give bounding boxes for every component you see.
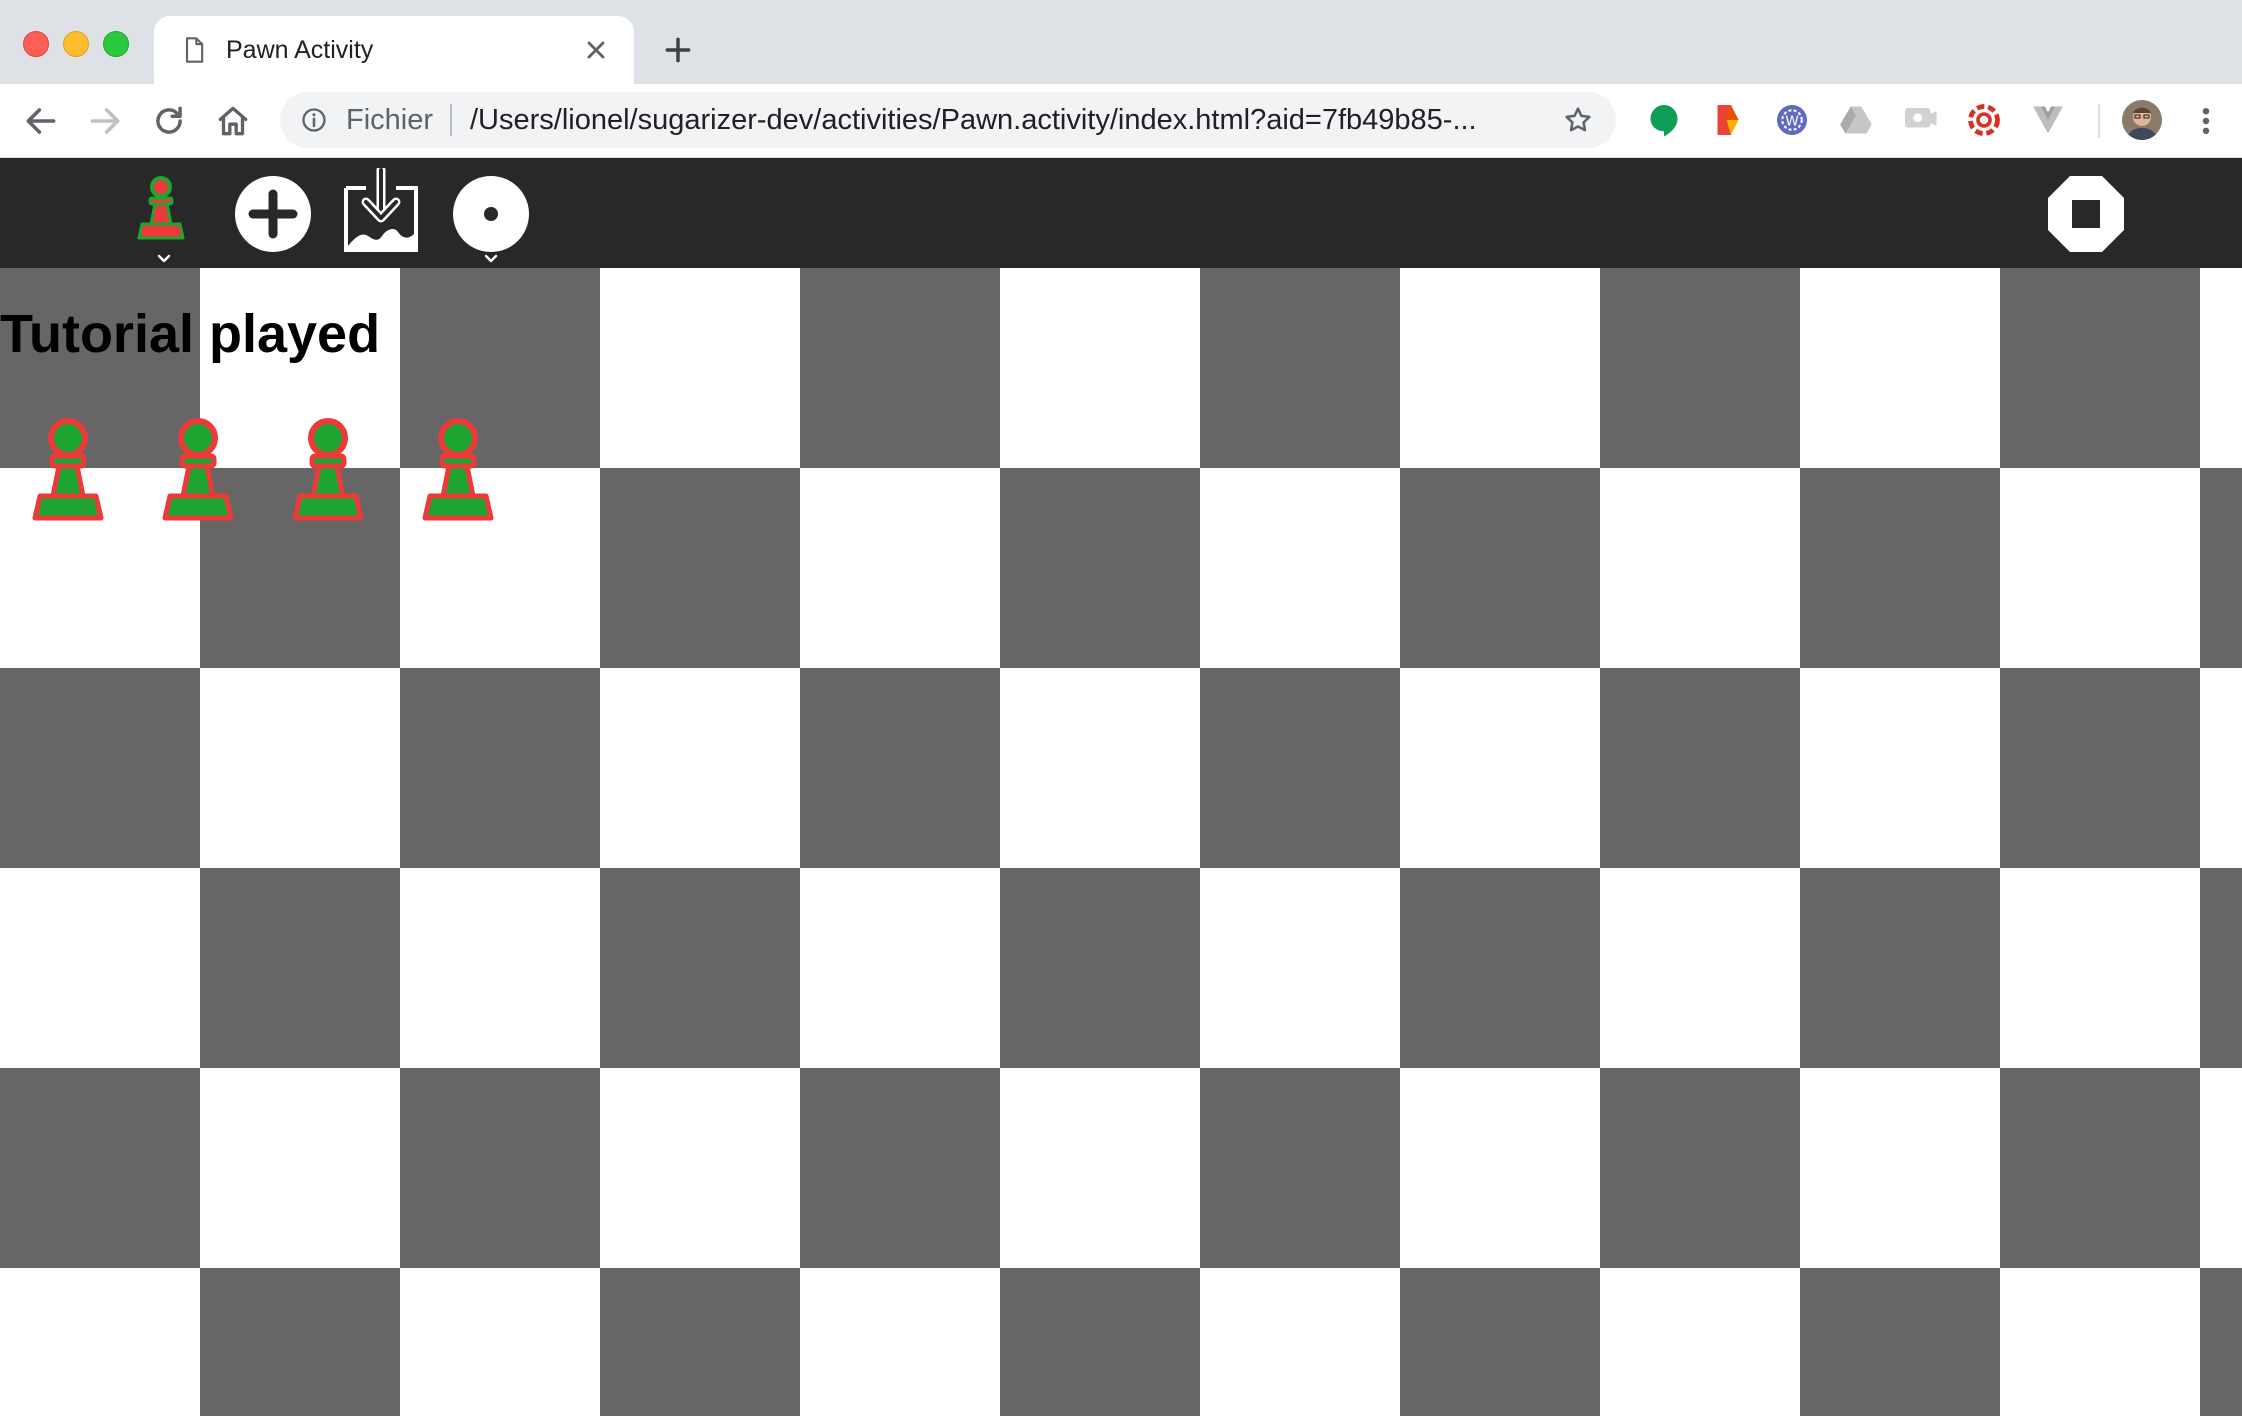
pawn-icon <box>422 418 494 521</box>
browser-toolbar: Fichier /Users/lionel/sugarizer-dev/acti… <box>0 84 2242 158</box>
dark-square <box>1000 468 1200 668</box>
add-pawn-button[interactable] <box>234 175 312 253</box>
info-icon[interactable] <box>300 106 328 134</box>
dark-square <box>1200 1068 1400 1268</box>
dark-square <box>1200 268 1400 468</box>
dark-square <box>1000 868 1200 1068</box>
chevron-down-icon <box>157 254 171 263</box>
pawn-icon <box>32 418 104 521</box>
toolbar-divider <box>2098 104 2100 138</box>
more-menu-icon[interactable] <box>2192 104 2220 138</box>
dark-square <box>800 668 1000 868</box>
dark-square <box>1600 1068 1800 1268</box>
stop-icon <box>2048 176 2124 252</box>
dark-square <box>2200 1268 2242 1416</box>
pawn[interactable] <box>154 416 242 528</box>
pawn-icon <box>137 176 185 240</box>
svg-text:W: W <box>1785 113 1798 129</box>
insert-image-button[interactable] <box>344 168 418 252</box>
tab-title: Pawn Activity <box>226 36 374 64</box>
dark-square <box>600 1268 800 1416</box>
browser-tab-strip: Pawn Activity <box>0 0 2242 84</box>
vue-devtools-icon[interactable] <box>2030 102 2066 138</box>
dark-square <box>2200 868 2242 1068</box>
page-icon <box>185 37 204 63</box>
profile-avatar-icon <box>2122 100 2162 140</box>
dark-square <box>200 1268 400 1416</box>
dark-square <box>400 668 600 868</box>
home-icon[interactable] <box>214 102 252 140</box>
network-icon <box>453 176 529 252</box>
browser-tab[interactable]: Pawn Activity <box>154 16 634 84</box>
pawn-icon <box>292 418 364 521</box>
dark-square <box>1600 268 1800 468</box>
window-maximize-button[interactable] <box>103 31 129 57</box>
cast-icon[interactable] <box>1902 102 1938 138</box>
activity-toolbar <box>0 158 2242 268</box>
url-scheme-label: Fichier <box>346 104 434 136</box>
omnibox-divider <box>450 104 452 136</box>
extension-icon-red[interactable] <box>1966 102 2002 138</box>
forward-arrow-icon[interactable] <box>86 102 124 140</box>
dark-square <box>200 868 400 1068</box>
insert-image-icon <box>344 168 418 252</box>
dark-square <box>1400 1268 1600 1416</box>
hangouts-icon[interactable] <box>1646 102 1682 138</box>
address-bar[interactable]: Fichier /Users/lionel/sugarizer-dev/acti… <box>280 92 1616 148</box>
network-button[interactable] <box>452 175 530 253</box>
dark-square <box>400 1068 600 1268</box>
window-minimize-button[interactable] <box>63 31 89 57</box>
dark-square <box>1400 868 1600 1068</box>
reload-icon[interactable] <box>150 102 188 140</box>
pawn[interactable] <box>414 416 502 528</box>
pawn-row <box>24 416 504 521</box>
drive-icon[interactable] <box>1838 102 1874 138</box>
wordsearch-icon[interactable]: W <box>1774 102 1810 138</box>
dark-square <box>800 1068 1000 1268</box>
bookmark-star-icon[interactable] <box>1562 104 1594 136</box>
dark-square <box>1400 468 1600 668</box>
chevron-down-icon <box>484 254 498 263</box>
pawn[interactable] <box>24 416 112 528</box>
pawn-icon <box>162 418 234 521</box>
dark-square <box>600 468 800 668</box>
new-tab-button[interactable] <box>662 34 694 66</box>
dark-square <box>800 268 1000 468</box>
back-arrow-icon[interactable] <box>22 102 60 140</box>
dark-square <box>2000 1068 2200 1268</box>
dark-square <box>600 868 800 1068</box>
dark-square <box>1800 1268 2000 1416</box>
dark-square <box>1800 468 2000 668</box>
close-icon[interactable] <box>582 36 610 64</box>
dark-square <box>1000 1268 1200 1416</box>
dark-square <box>1600 668 1800 868</box>
url-text[interactable]: /Users/lionel/sugarizer-dev/activities/P… <box>470 104 1477 136</box>
stop-button[interactable] <box>2046 174 2126 254</box>
game-board[interactable]: Tutorial played <box>0 268 2242 1416</box>
avatar[interactable] <box>2122 100 2162 140</box>
pawn[interactable] <box>284 416 372 528</box>
dark-square <box>2000 668 2200 868</box>
dark-square <box>1800 868 2000 1068</box>
dark-square <box>0 668 200 868</box>
activity-button[interactable] <box>130 174 192 244</box>
status-message: Tutorial played <box>0 304 381 364</box>
dark-square <box>1200 668 1400 868</box>
dark-square <box>0 1068 200 1268</box>
dark-square <box>2200 468 2242 668</box>
dark-square <box>2000 268 2200 468</box>
plus-icon <box>235 176 311 252</box>
extension-icon-orange[interactable] <box>1710 102 1746 138</box>
window-close-button[interactable] <box>23 31 49 57</box>
